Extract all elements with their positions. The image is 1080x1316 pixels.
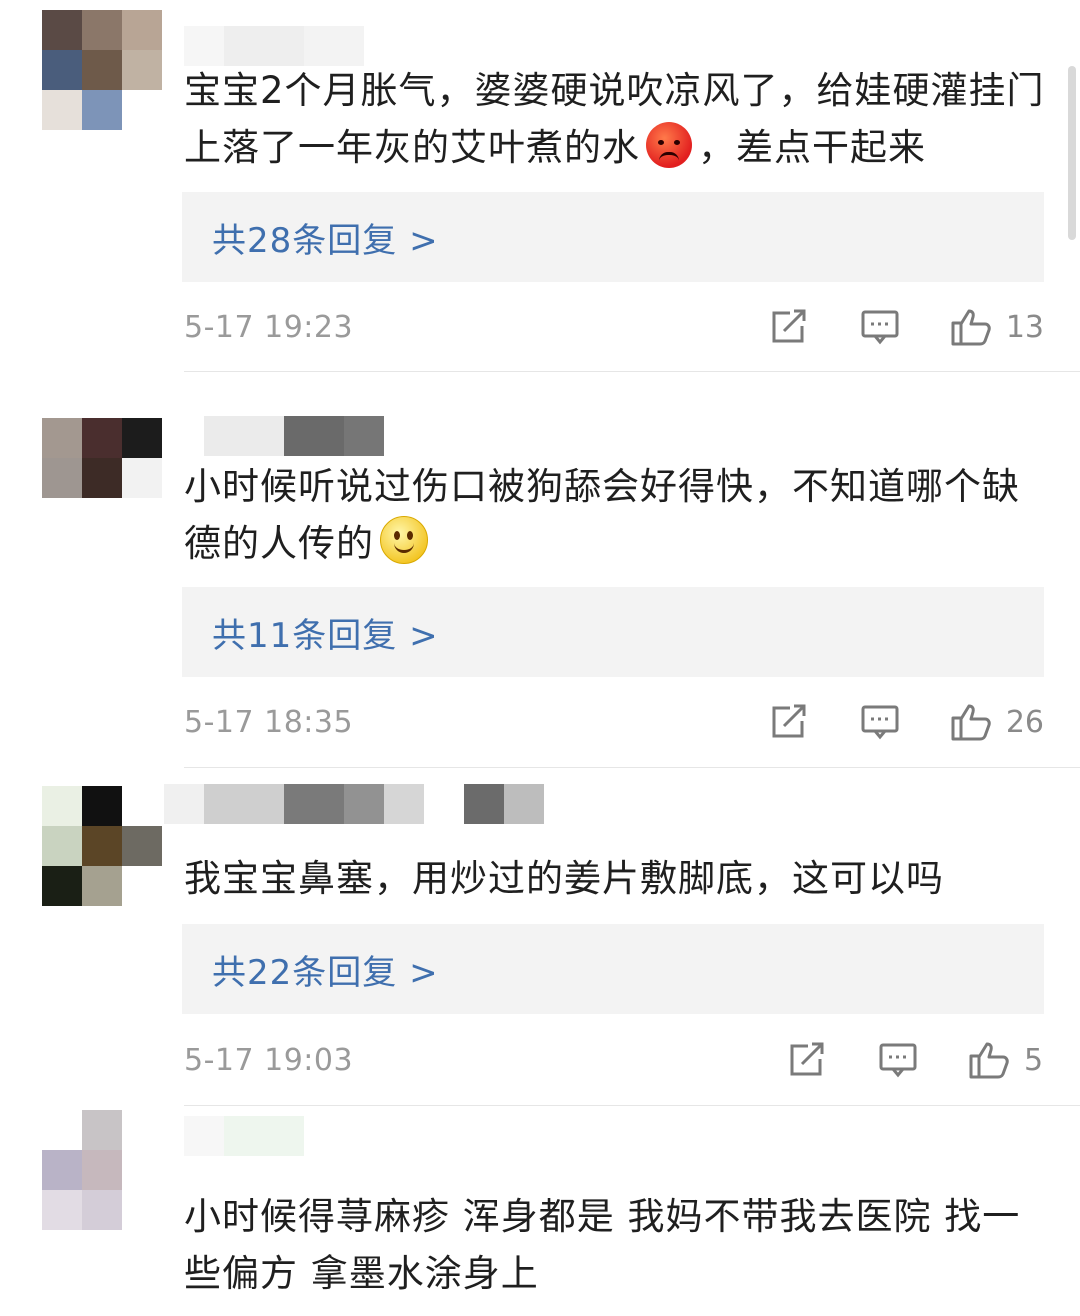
username-pixel [184, 1116, 224, 1156]
username-pixel [224, 1116, 304, 1156]
comment-text: 小时候得荨麻疹 浑身都是 我妈不带我去医院 找一些偏方 拿墨水涂身上 [184, 1195, 1021, 1295]
username[interactable] [184, 26, 364, 66]
comment-text: 我宝宝鼻塞，用炒过的姜片敷脚底，这可以吗 [184, 857, 944, 900]
avatar-pixel [42, 458, 82, 498]
avatar-pixel [82, 1110, 122, 1150]
avatar-pixel [82, 786, 122, 826]
avatar-pixel [42, 10, 82, 50]
avatar-pixel [122, 498, 162, 538]
thumbs-up-icon[interactable] [968, 1040, 1010, 1080]
username-pixel [344, 784, 384, 824]
avatar-pixel [82, 826, 122, 866]
avatar-pixel [122, 786, 162, 826]
avatar-pixel [122, 866, 162, 906]
avatar-pixel [122, 1190, 162, 1230]
avatar-pixel [42, 826, 82, 866]
username-pixel [344, 416, 384, 456]
thumbs-up-icon[interactable] [950, 702, 992, 742]
username-pixel [284, 416, 344, 456]
avatar-pixel [82, 10, 122, 50]
avatar-pixel [122, 10, 162, 50]
comment-item: 小时候听说过伤口被狗舔会好得快，不知道哪个缺德的人传的 共11条回复 > 5-1… [0, 372, 1080, 768]
avatar-pixel [122, 418, 162, 458]
username-pixel [164, 784, 204, 824]
avatar-pixel [122, 826, 162, 866]
avatar[interactable] [42, 786, 162, 906]
username-pixel [204, 784, 284, 824]
avatar-pixel [42, 866, 82, 906]
avatar-pixel [122, 458, 162, 498]
smile-emoji [380, 516, 428, 564]
username[interactable] [164, 416, 384, 456]
share-icon[interactable] [770, 309, 808, 345]
share-icon[interactable] [770, 704, 808, 740]
like-count: 13 [1005, 309, 1044, 345]
replies-link[interactable]: 共22条回复 > [182, 924, 1044, 1014]
avatar-pixel [42, 1190, 82, 1230]
username[interactable] [164, 784, 544, 824]
comment-item: 我宝宝鼻塞，用炒过的姜片敷脚底，这可以吗 共22条回复 > 5-17 19:03… [0, 768, 1080, 1106]
avatar-pixel [82, 50, 122, 90]
username-pixel [284, 784, 344, 824]
avatar-pixel [122, 1150, 162, 1190]
avatar-pixel [82, 458, 122, 498]
like-count: 26 [1005, 704, 1044, 740]
avatar-pixel [82, 90, 122, 130]
avatar-pixel [122, 1110, 162, 1150]
avatar-pixel [82, 1190, 122, 1230]
avatar-pixel [42, 1110, 82, 1150]
username-pixel [164, 416, 204, 456]
username-pixel [304, 26, 364, 66]
comment-time: 5-17 18:35 [184, 704, 354, 740]
username[interactable] [184, 1116, 304, 1156]
comment-icon[interactable] [860, 704, 900, 740]
avatar-pixel [122, 50, 162, 90]
replies-link[interactable]: 共28条回复 > [182, 192, 1044, 282]
thumbs-up-icon[interactable] [950, 307, 992, 347]
username-pixel [424, 784, 464, 824]
avatar-pixel [122, 90, 162, 130]
comment-item: 宝宝2个月胀气，婆婆硬说吹凉风了，给娃硬灌挂门上落了一年灰的艾叶煮的水 ，差点干起… [0, 0, 1080, 372]
avatar-pixel [42, 498, 82, 538]
comment-text: 宝宝2个月胀气，婆婆硬说吹凉风了，给娃硬灌挂门上落了一年灰的艾叶煮的水 ，差点干起… [184, 69, 1045, 169]
avatar-pixel [42, 1150, 82, 1190]
replies-link[interactable]: 共11条回复 > [182, 587, 1044, 677]
comment-time: 5-17 19:23 [184, 309, 354, 345]
username-pixel [204, 416, 284, 456]
angry-face-emoji [646, 122, 692, 168]
avatar[interactable] [42, 418, 162, 538]
avatar-pixel [42, 786, 82, 826]
comment-item: 小时候得荨麻疹 浑身都是 我妈不带我去医院 找一些偏方 拿墨水涂身上 [0, 1106, 1080, 1316]
username-pixel [384, 784, 424, 824]
avatar-pixel [82, 498, 122, 538]
share-icon[interactable] [788, 1042, 826, 1078]
username-pixel [184, 26, 224, 66]
avatar-pixel [82, 866, 122, 906]
avatar[interactable] [42, 1110, 162, 1230]
avatar-pixel [42, 418, 82, 458]
avatar-pixel [42, 90, 82, 130]
like-count: 5 [1024, 1042, 1044, 1078]
comment-icon[interactable] [860, 309, 900, 345]
comment-text: 小时候听说过伤口被狗舔会好得快，不知道哪个缺德的人传的 [184, 465, 1020, 565]
username-pixel [464, 784, 504, 824]
username-pixel [224, 26, 304, 66]
avatar-pixel [82, 418, 122, 458]
comment-time: 5-17 19:03 [184, 1042, 354, 1078]
username-pixel [504, 784, 544, 824]
avatar-pixel [42, 50, 82, 90]
comment-icon[interactable] [878, 1042, 918, 1078]
avatar-pixel [82, 1150, 122, 1190]
avatar[interactable] [42, 10, 162, 130]
